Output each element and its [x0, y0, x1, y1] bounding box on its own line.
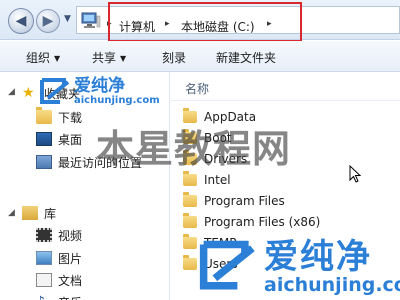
center-watermark-text: 本星教程网	[96, 127, 292, 171]
file-name: Intel	[204, 173, 231, 187]
documents-icon	[36, 273, 52, 287]
nav-music-label: 音乐	[58, 294, 82, 300]
watermark-url-text: aichunjing.com	[264, 274, 400, 296]
forward-button[interactable]: ▶	[36, 9, 60, 33]
file-row[interactable]: Program Files	[183, 191, 285, 211]
address-row: ◀ ▶ ▼ ▸ 计算机 ▸ 本地磁盘 (C:) ▸	[0, 0, 400, 42]
arrow-left-icon: ◀	[15, 13, 27, 29]
folder-icon	[183, 234, 197, 249]
collapse-arrow-icon[interactable]: ◢	[8, 208, 15, 218]
nav-desktop-label: 桌面	[58, 132, 83, 147]
nav-desktop[interactable]: 桌面	[36, 129, 82, 149]
share-menu[interactable]: 共享 ▼	[92, 49, 126, 66]
file-row[interactable]: Program Files (x86)	[183, 212, 320, 232]
nav-pictures[interactable]: 图片	[36, 248, 82, 268]
brand-logo-icon	[199, 240, 255, 290]
large-watermark-logo: 爱纯净 aichunjing.com	[196, 237, 400, 297]
header-divider	[171, 100, 400, 101]
library-icon	[22, 206, 38, 220]
watermark-brand-text: 爱纯净	[264, 237, 372, 277]
address-highlight-box	[108, 2, 302, 42]
nav-libraries-label: 库	[44, 206, 57, 221]
command-toolbar: 组织 ▼ 共享 ▼ 刻录 新建文件夹	[0, 41, 400, 72]
watermark-url-text: aichunjing.com	[74, 95, 160, 106]
nav-pictures-label: 图片	[58, 251, 83, 266]
brand-logo-icon	[40, 78, 70, 104]
collapse-arrow-icon[interactable]: ◢	[8, 87, 15, 97]
small-watermark-logo: 爱纯净 aichunjing.com	[38, 76, 160, 108]
downloads-folder-icon	[36, 107, 52, 124]
burn-button[interactable]: 刻录	[162, 49, 186, 66]
organize-menu[interactable]: 组织 ▼	[26, 49, 60, 66]
file-name: Program Files (x86)	[204, 215, 321, 229]
mouse-cursor-icon	[349, 165, 361, 183]
video-icon	[36, 228, 52, 242]
new-folder-button[interactable]: 新建文件夹	[216, 49, 276, 66]
folder-icon	[183, 192, 197, 207]
arrow-right-icon: ▶	[42, 13, 54, 29]
music-icon: ♪	[36, 295, 52, 300]
nav-documents-label: 文档	[58, 273, 83, 288]
back-button[interactable]: ◀	[8, 8, 34, 34]
folder-icon	[183, 171, 197, 186]
nav-downloads[interactable]: 下载	[36, 107, 82, 127]
explorer-window: ◀ ▶ ▼ ▸ 计算机 ▸ 本地磁盘 (C:) ▸ 组织 ▼ 共享 ▼ 刻录 新建文…	[0, 0, 400, 300]
share-label: 共享	[92, 51, 117, 65]
folder-icon	[183, 255, 197, 270]
file-row[interactable]: Intel	[183, 170, 231, 190]
nav-downloads-label: 下载	[58, 110, 83, 125]
watermark-brand-text: 爱纯净	[74, 76, 125, 96]
pictures-icon	[36, 251, 52, 265]
nav-libraries[interactable]: 库	[22, 203, 56, 223]
organize-label: 组织	[26, 51, 51, 65]
file-name: Program Files	[204, 194, 285, 208]
nav-videos-label: 视频	[58, 228, 83, 243]
folder-icon	[183, 213, 197, 228]
dropdown-arrow-icon: ▼	[120, 54, 127, 63]
name-column-header[interactable]: 名称	[185, 80, 209, 97]
desktop-icon	[36, 132, 52, 146]
computer-icon	[81, 12, 101, 28]
nav-documents[interactable]: 文档	[36, 270, 82, 290]
dropdown-arrow-icon: ▼	[54, 54, 61, 63]
star-icon: ★	[22, 85, 35, 101]
nav-videos[interactable]: 视频	[36, 225, 82, 245]
nav-music[interactable]: ♪ 音乐	[36, 292, 82, 300]
recent-places-icon	[36, 155, 52, 169]
history-dropdown-button[interactable]: ▼	[64, 14, 71, 24]
